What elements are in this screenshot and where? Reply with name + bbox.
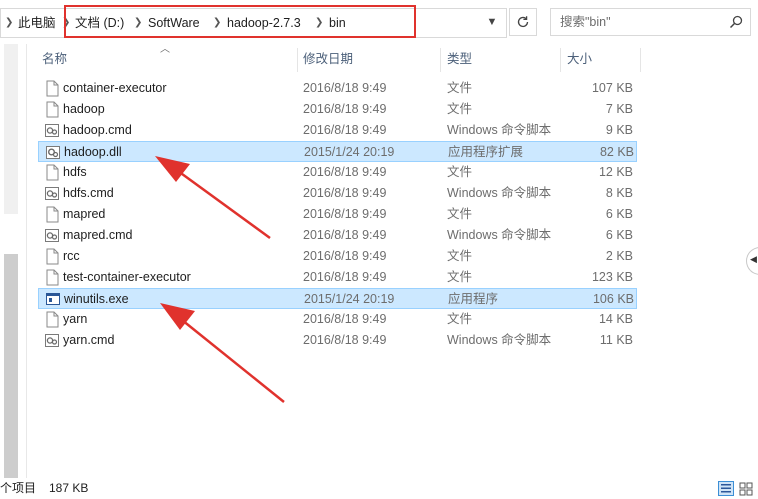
details-view-button[interactable] <box>718 481 734 496</box>
status-bar: 个项目 187 KB <box>0 478 758 499</box>
details-view-icon <box>721 484 731 493</box>
annotation-arrow-dll <box>155 156 271 240</box>
large-icons-view-button[interactable] <box>738 481 754 496</box>
large-icons-view-icon <box>739 482 753 496</box>
annotation-arrow-exe <box>160 303 285 403</box>
item-count-text: 个项目 <box>0 481 37 495</box>
annotation-arrows <box>155 156 285 403</box>
chevron-left-icon: ◀ <box>750 254 757 264</box>
selected-size-text: 187 KB <box>49 481 89 495</box>
